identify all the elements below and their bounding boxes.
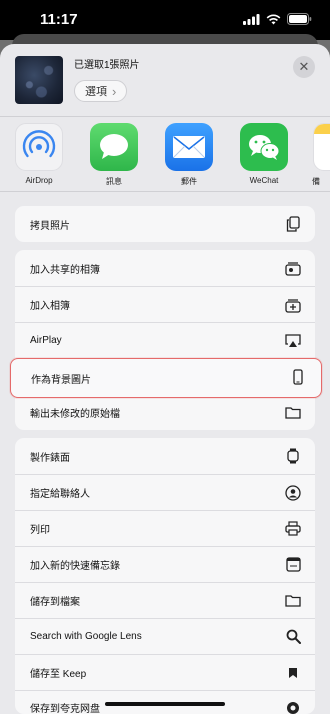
action-label: 加入新的快速備忘錄 <box>30 561 120 572</box>
action-create-watch-face[interactable]: 製作錶面 <box>15 438 315 474</box>
wechat-icon <box>240 123 288 171</box>
action-group-1: 拷貝照片 <box>15 206 315 242</box>
bookmark-icon <box>285 665 301 681</box>
action-save-to-files[interactable]: 儲存到檔案 <box>15 582 315 618</box>
action-label: Search with Google Lens <box>30 631 142 642</box>
quick-note-icon <box>285 557 301 573</box>
airplay-icon <box>285 333 301 349</box>
app-label: 訊息 <box>106 177 122 186</box>
close-icon: ✕ <box>298 59 310 74</box>
action-label: 儲存到檔案 <box>30 597 80 608</box>
folder-icon <box>285 593 301 609</box>
action-label: AirPlay <box>30 335 62 346</box>
action-assign-contact[interactable]: 指定給聯絡人 <box>15 474 315 510</box>
app-row: AirDrop 訊息 郵件 WeChat 備 <box>0 117 330 191</box>
action-copy-photo[interactable]: 拷貝照片 <box>15 206 315 242</box>
action-label: 輸出未修改的原始檔 <box>30 409 120 420</box>
action-add-shared-album[interactable]: 加入共享的相簿 <box>15 250 315 286</box>
action-label: 作為背景圖片 <box>31 374 91 386</box>
app-airdrop[interactable]: AirDrop <box>14 123 64 185</box>
app-label: 郵件 <box>181 177 197 186</box>
airdrop-icon <box>15 123 63 171</box>
wifi-icon <box>266 14 281 24</box>
action-google-lens[interactable]: Search with Google Lens <box>15 618 315 654</box>
app-label: WeChat <box>249 176 279 185</box>
app-messages[interactable]: 訊息 <box>89 123 139 187</box>
selection-title: 已選取1張照片 <box>74 60 140 71</box>
action-add-album[interactable]: 加入相簿 <box>15 286 315 322</box>
battery-icon <box>287 13 312 25</box>
action-print[interactable]: 列印 <box>15 510 315 546</box>
chevron-right-icon: › <box>112 83 117 99</box>
action-label: 製作錶面 <box>30 452 70 464</box>
shared-album-icon <box>285 260 301 276</box>
close-button[interactable]: ✕ <box>293 56 315 78</box>
action-group-2: 加入共享的相簿 加入相簿 AirPlay 輸出未修改的原始檔 <box>15 250 315 430</box>
home-indicator <box>105 702 225 706</box>
app-mail[interactable]: 郵件 <box>164 123 214 187</box>
action-label: 指定給聯絡人 <box>30 489 90 500</box>
action-group-3: 製作錶面 指定給聯絡人 列印 加入新的快速備忘錄 儲存到檔案 Search wi… <box>15 438 315 714</box>
app-label: 備 <box>312 177 320 186</box>
action-set-as-wallpaper[interactable]: 作為背景圖片 <box>10 358 322 398</box>
printer-icon <box>285 521 301 537</box>
add-album-icon <box>285 297 301 313</box>
messages-icon <box>90 123 138 171</box>
action-label: 加入共享的相簿 <box>30 264 100 276</box>
folder-icon <box>285 405 301 421</box>
status-time: 11:17 <box>40 11 78 28</box>
action-airplay[interactable]: AirPlay <box>15 322 315 358</box>
search-icon <box>285 629 301 645</box>
action-label: 加入相簿 <box>30 301 70 312</box>
divider <box>0 191 330 192</box>
photo-thumbnail <box>15 56 63 104</box>
options-label: 選項 <box>85 86 107 98</box>
action-label: 列印 <box>30 525 50 536</box>
notes-icon <box>313 123 330 171</box>
signal-icon <box>243 13 260 25</box>
copy-icon <box>285 216 301 232</box>
status-icons <box>243 13 312 25</box>
action-label: 儲存至 Keep <box>30 669 87 680</box>
watch-icon <box>285 448 301 464</box>
phone-icon <box>293 368 303 388</box>
app-wechat[interactable]: WeChat <box>239 123 289 185</box>
action-quick-note[interactable]: 加入新的快速備忘錄 <box>15 546 315 582</box>
share-header: 已選取1張照片 選項 › ✕ <box>0 44 330 116</box>
action-export-original[interactable]: 輸出未修改的原始檔 <box>15 394 315 430</box>
share-sheet: 已選取1張照片 選項 › ✕ AirDrop 訊息 郵件 WeChat 備 拷貝… <box>0 44 330 714</box>
action-save-to-keep[interactable]: 儲存至 Keep <box>15 654 315 690</box>
mail-icon <box>165 123 213 171</box>
app-notes[interactable]: 備 <box>312 123 330 187</box>
action-label: 保存到夸克网盘 <box>30 704 100 714</box>
app-label: AirDrop <box>25 176 53 185</box>
cloud-icon <box>285 700 301 714</box>
contact-icon <box>285 484 301 501</box>
action-label: 拷貝照片 <box>30 220 70 232</box>
options-button[interactable]: 選項 › <box>74 80 128 102</box>
